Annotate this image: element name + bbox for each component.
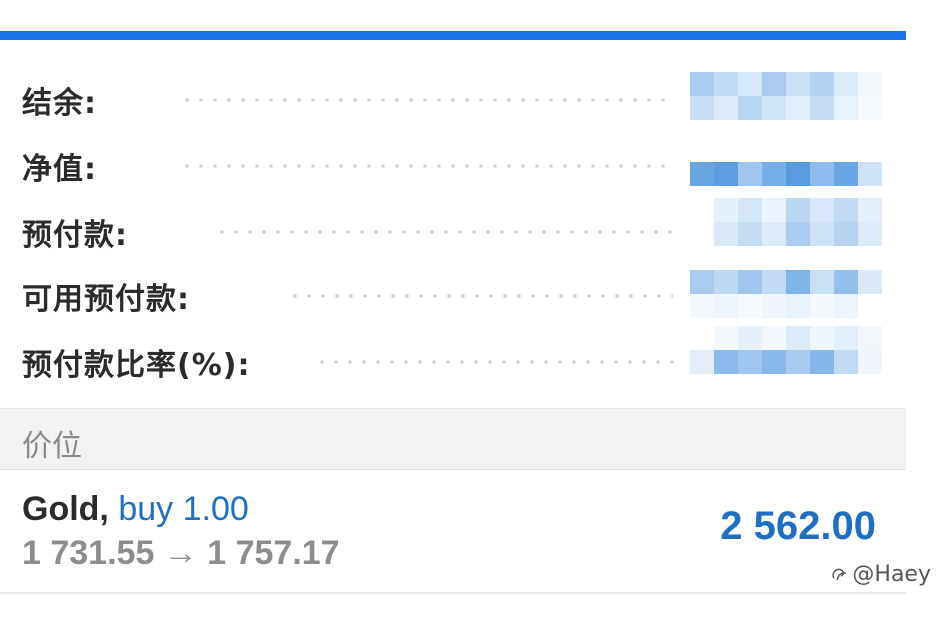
account-row-equity: 净值: [0, 136, 906, 187]
free-margin-value-masked [690, 270, 882, 318]
position-order-type: buy 1.00 [118, 490, 249, 528]
position-row-gold[interactable]: Gold, buy 1.00 1 731.55 → 1 757.17 2 562… [0, 470, 906, 594]
account-row-balance: 结余: [0, 70, 906, 121]
margin-level-value-masked [690, 326, 882, 374]
account-row-margin-level: 预付款比率(%): [0, 326, 906, 383]
watermark: @Haey [830, 562, 931, 587]
margin-level-label: 预付款比率(%): [22, 348, 251, 383]
dot-leader [215, 230, 675, 234]
account-summary-panel: 结余: 净值: 预付款: 可用预付款: 预付款比率(%): [0, 40, 906, 408]
dot-leader [315, 360, 675, 364]
price-section-header: 价位 [0, 408, 906, 470]
watermark-text: @Haey [852, 562, 931, 587]
position-symbol: Gold, [22, 490, 109, 528]
free-margin-label: 可用预付款: [22, 282, 190, 317]
margin-label: 预付款: [22, 218, 128, 253]
price-section-title: 价位 [22, 429, 82, 464]
watermark-logo-icon [832, 568, 847, 581]
position-price-range: 1 731.55 → 1 757.17 [22, 534, 340, 572]
balance-label: 结余: [22, 86, 97, 121]
margin-value-masked [690, 198, 882, 246]
equity-label: 净值: [22, 152, 97, 187]
balance-value-masked [690, 72, 882, 120]
dot-leader [180, 164, 670, 168]
position-profit: 2 562.00 [720, 504, 876, 548]
top-accent-bar [0, 31, 906, 40]
dot-leader [180, 98, 670, 102]
equity-value-masked [690, 138, 882, 186]
account-row-margin: 预付款: [0, 198, 906, 253]
account-row-free-margin: 可用预付款: [0, 266, 906, 318]
trade-account-screen: 结余: 净值: 预付款: 可用预付款: 预付款比率(%): 价位 Gold, b… [0, 0, 941, 617]
position-symbol-line: Gold, buy 1.00 [22, 490, 249, 529]
dot-leader [288, 294, 673, 298]
